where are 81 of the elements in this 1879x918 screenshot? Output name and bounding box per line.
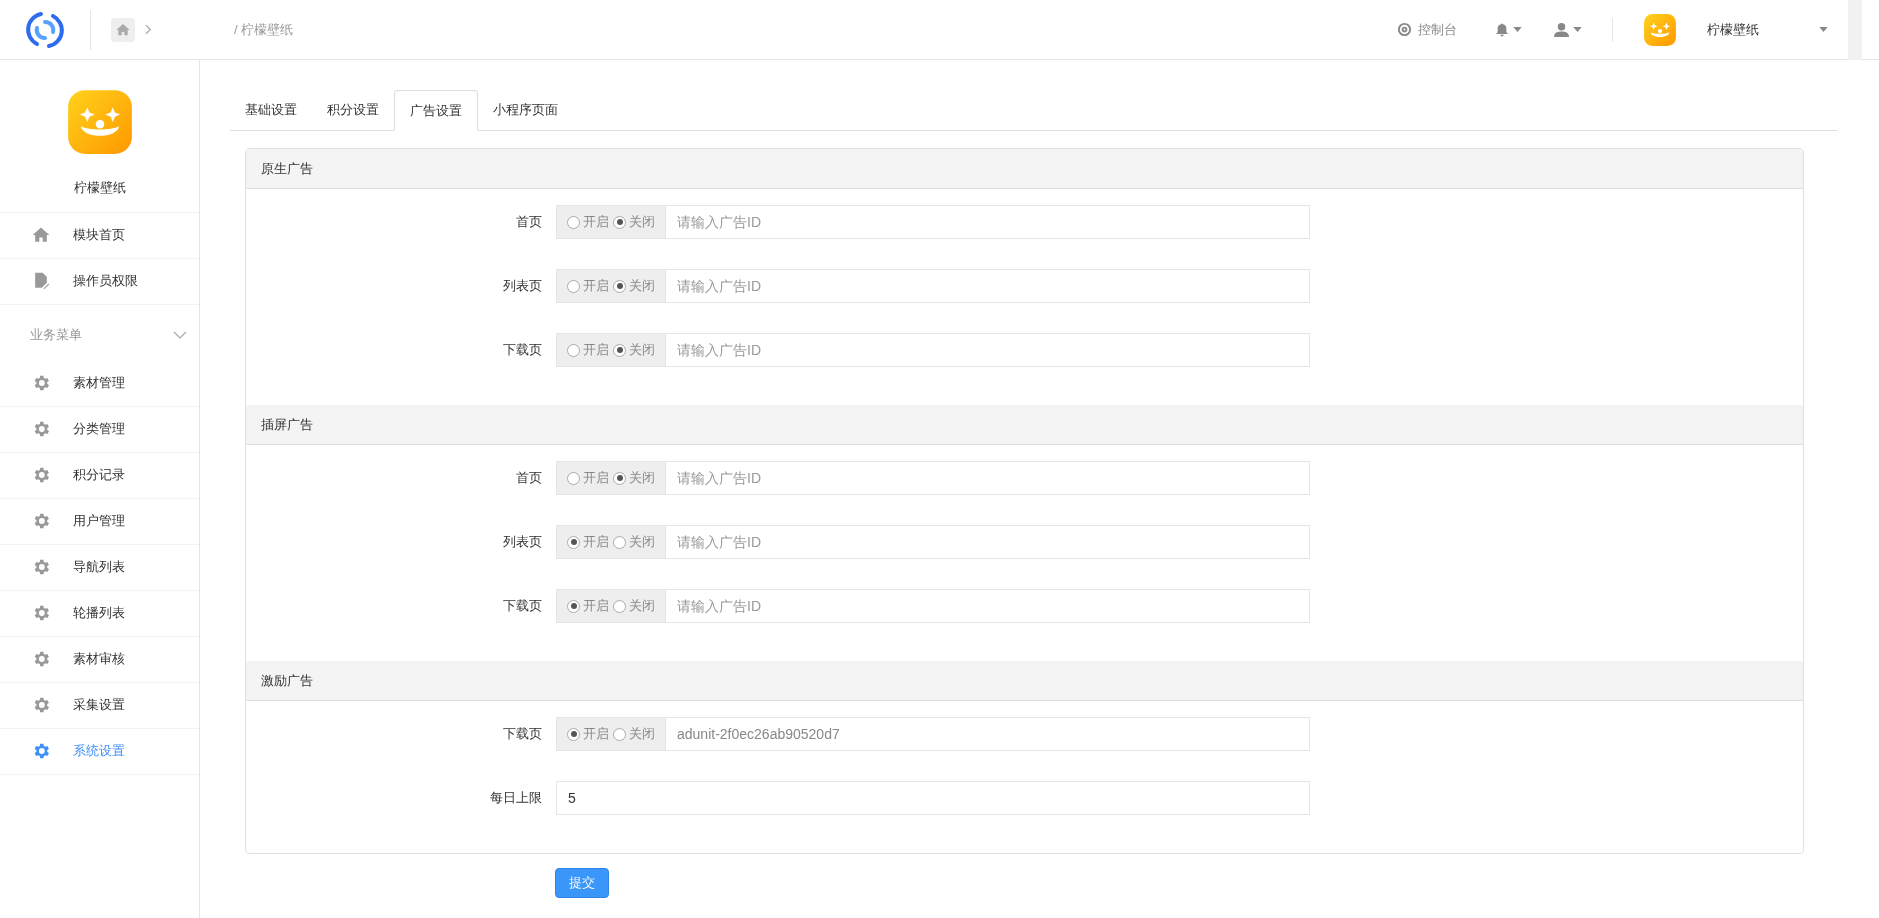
radio-button[interactable] bbox=[567, 599, 580, 613]
field-label: 首页 bbox=[515, 213, 543, 232]
home-icon bbox=[31, 225, 51, 245]
console-link[interactable]: 控制台 bbox=[1397, 19, 1457, 40]
field-label: 下载页 bbox=[502, 341, 543, 360]
caret-icon bbox=[1819, 27, 1828, 32]
radio-label: 关闭 bbox=[629, 213, 655, 232]
chevron-down-icon bbox=[173, 330, 187, 339]
bell-icon bbox=[1495, 22, 1509, 37]
breadcrumb-text: / 柠檬壁纸 bbox=[234, 20, 294, 39]
sidebar-item[interactable]: 分类管理 bbox=[0, 406, 199, 453]
app-logo-icon bbox=[65, 88, 134, 156]
sidebar-item[interactable]: 素材审核 bbox=[0, 636, 199, 683]
radio-button[interactable] bbox=[567, 727, 580, 741]
radio-label: 开启 bbox=[583, 213, 609, 232]
field-label: 每日上限 bbox=[489, 789, 543, 808]
user-icon bbox=[1554, 22, 1569, 37]
sidebar-item[interactable]: 积分记录 bbox=[0, 452, 199, 499]
radio-label: 关闭 bbox=[629, 341, 655, 360]
radio-label: 关闭 bbox=[629, 725, 655, 744]
input-field[interactable]: 请输入广告ID bbox=[665, 333, 1310, 367]
input-field[interactable]: 请输入广告ID bbox=[665, 589, 1310, 623]
logo-icon bbox=[25, 9, 65, 50]
sidebar-item[interactable]: 采集设置 bbox=[0, 682, 199, 729]
radio-label: 开启 bbox=[583, 277, 609, 296]
section-header: 原生广告 bbox=[246, 149, 1803, 189]
user-menu-button[interactable] bbox=[1554, 22, 1582, 37]
app-logo-icon bbox=[1643, 12, 1677, 47]
radio-button[interactable] bbox=[613, 343, 626, 357]
radio-button[interactable] bbox=[613, 535, 626, 549]
app-name: 柠檬壁纸 bbox=[73, 179, 126, 197]
radio-label: 开启 bbox=[583, 341, 609, 360]
radio-label: 开启 bbox=[583, 725, 609, 744]
user-name: 柠檬壁纸 bbox=[1707, 20, 1759, 39]
radio-button[interactable] bbox=[613, 215, 626, 229]
tab[interactable]: 小程序页面 bbox=[478, 89, 573, 130]
field-label: 列表页 bbox=[502, 277, 543, 296]
input-field[interactable]: 请输入广告ID bbox=[665, 205, 1310, 239]
tab[interactable]: 基础设置 bbox=[230, 89, 312, 130]
radio-label: 关闭 bbox=[629, 597, 655, 616]
caret-icon bbox=[1573, 27, 1582, 32]
notification-button[interactable] bbox=[1495, 22, 1522, 37]
section-header: 激励广告 bbox=[246, 661, 1803, 701]
input-field[interactable]: 请输入广告ID bbox=[665, 269, 1310, 303]
section-header: 插屏广告 bbox=[246, 405, 1803, 445]
radio-button[interactable] bbox=[567, 471, 580, 485]
chevron-right-icon bbox=[145, 24, 152, 35]
radio-button[interactable] bbox=[613, 599, 626, 613]
input-field[interactable]: 请输入广告ID bbox=[665, 461, 1310, 495]
sidebar-item[interactable]: 模块首页 bbox=[0, 212, 199, 259]
input-field[interactable]: adunit-2f0ec26ab90520d7 bbox=[665, 717, 1310, 751]
radio-label: 关闭 bbox=[629, 469, 655, 488]
radio-button[interactable] bbox=[567, 343, 580, 357]
home-icon bbox=[115, 21, 131, 38]
radio-button[interactable] bbox=[567, 535, 580, 549]
sidebar-item[interactable]: 轮播列表 bbox=[0, 590, 199, 637]
tab[interactable]: 广告设置 bbox=[394, 90, 478, 131]
field-label: 下载页 bbox=[502, 725, 543, 744]
radio-button[interactable] bbox=[613, 727, 626, 741]
sidebar-item[interactable]: 操作员权限 bbox=[0, 258, 199, 305]
sidebar-item[interactable]: 导航列表 bbox=[0, 544, 199, 591]
radio-button[interactable] bbox=[567, 279, 580, 293]
input-field[interactable]: 请输入广告ID bbox=[665, 525, 1310, 559]
radio-label: 开启 bbox=[583, 469, 609, 488]
field-label: 列表页 bbox=[502, 533, 543, 552]
radio-button[interactable] bbox=[613, 471, 626, 485]
field-label: 首页 bbox=[515, 469, 543, 488]
radio-button[interactable] bbox=[567, 215, 580, 229]
radio-label: 关闭 bbox=[629, 277, 655, 296]
radio-label: 开启 bbox=[583, 533, 609, 552]
radio-button[interactable] bbox=[613, 279, 626, 293]
input-field[interactable]: 5 bbox=[556, 781, 1310, 815]
home-button[interactable] bbox=[111, 17, 135, 42]
caret-icon bbox=[1513, 27, 1522, 32]
radio-label: 关闭 bbox=[629, 533, 655, 552]
dashboard-icon bbox=[1397, 22, 1412, 37]
sidebar-item[interactable]: 素材管理 bbox=[0, 360, 199, 407]
tab[interactable]: 积分设置 bbox=[312, 89, 394, 130]
sidebar-item[interactable]: 用户管理 bbox=[0, 498, 199, 545]
radio-label: 开启 bbox=[583, 597, 609, 616]
field-label: 下载页 bbox=[502, 597, 543, 616]
